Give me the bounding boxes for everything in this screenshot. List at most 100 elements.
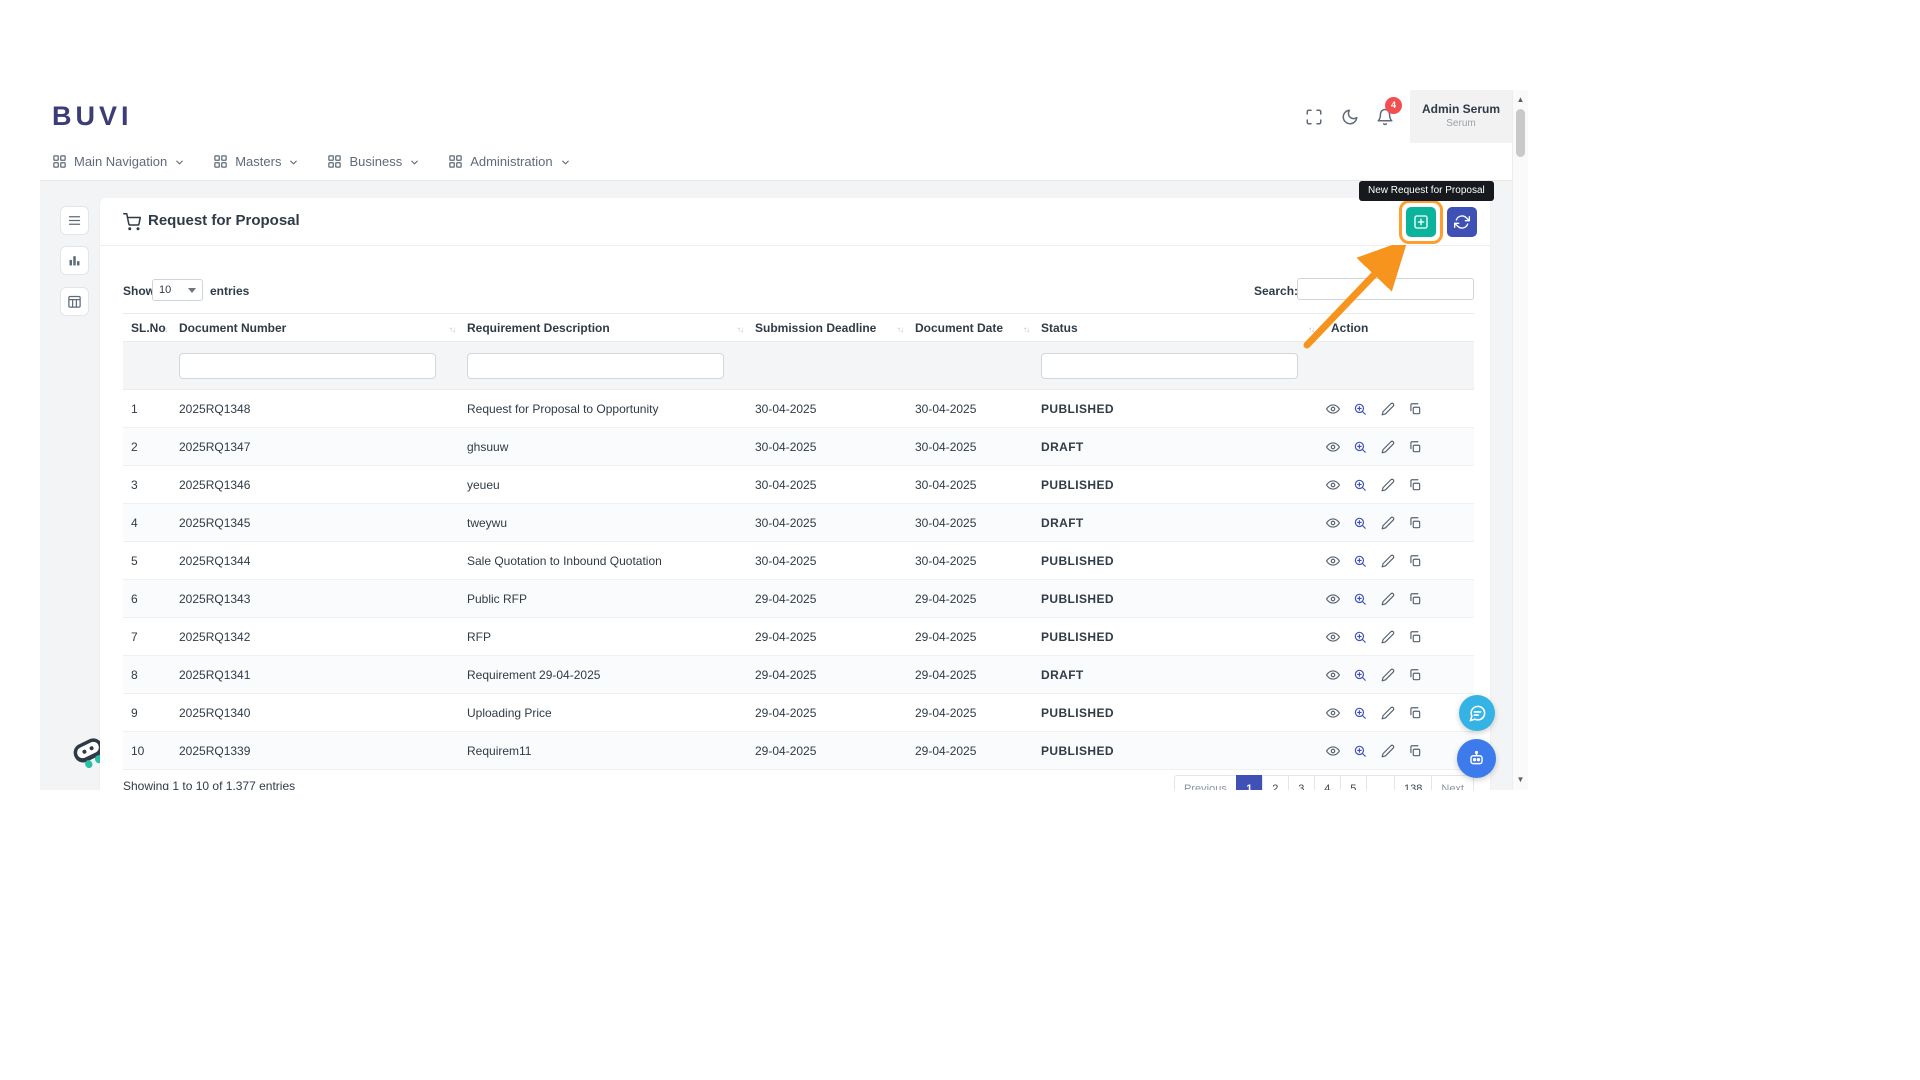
sort-icon[interactable]: ↑↓	[449, 325, 456, 334]
filter-input-document-number[interactable]	[179, 352, 436, 379]
nav-item-administration[interactable]: Administration	[448, 154, 570, 169]
copy-icon[interactable]	[1408, 554, 1422, 568]
scrollbar-thumb[interactable]	[1516, 109, 1525, 157]
copy-icon[interactable]	[1408, 592, 1422, 606]
copy-icon[interactable]	[1408, 744, 1422, 758]
column-header-requirement-description[interactable]: ↑↓ Requirement Description	[459, 313, 747, 342]
view-icon[interactable]	[1326, 744, 1340, 758]
cell-document-date: 30-04-2025	[907, 389, 1033, 428]
rfp-card: Request for Proposal Show 10 entries Sea…	[100, 198, 1490, 790]
filter-cell-sl-no	[123, 341, 171, 390]
zoom-in-icon[interactable]	[1353, 478, 1367, 492]
column-header-document-number[interactable]: ↑↓ Document Number	[171, 313, 459, 342]
edit-icon[interactable]	[1381, 554, 1395, 568]
zoom-in-icon[interactable]	[1353, 554, 1367, 568]
edit-icon[interactable]	[1381, 478, 1395, 492]
edit-icon[interactable]	[1381, 744, 1395, 758]
page-button-item[interactable]: ...	[1365, 775, 1396, 790]
view-icon[interactable]	[1326, 668, 1340, 682]
copy-icon[interactable]	[1408, 478, 1422, 492]
view-icon[interactable]	[1326, 440, 1340, 454]
nav-item-main-navigation[interactable]: Main Navigation	[52, 154, 185, 169]
cell-status: PUBLISHED	[1033, 579, 1318, 618]
bar-chart-icon	[67, 253, 82, 268]
column-label: SL.No	[131, 320, 166, 335]
cell-document-number: 2025RQ1340	[171, 693, 459, 732]
column-label: Document Number	[179, 320, 287, 335]
column-header-document-date[interactable]: ↑↓ Document Date	[907, 313, 1033, 342]
zoom-in-icon[interactable]	[1353, 744, 1367, 758]
page-button-5[interactable]: 5	[1339, 775, 1367, 790]
chat-fab-button[interactable]	[1459, 695, 1495, 731]
view-icon[interactable]	[1326, 706, 1340, 720]
column-header-status[interactable]: ↑↓ Status	[1033, 313, 1318, 342]
refresh-button[interactable]	[1447, 207, 1477, 237]
zoom-in-icon[interactable]	[1353, 402, 1367, 416]
nav-item-label: Administration	[470, 154, 553, 169]
sort-icon[interactable]: ↑↓	[1308, 325, 1315, 334]
filter-input-requirement-description[interactable]	[467, 352, 724, 379]
page-button-3[interactable]: 3	[1287, 775, 1315, 790]
column-label: Requirement Description	[467, 320, 610, 335]
view-icon[interactable]	[1326, 554, 1340, 568]
content-area: Request for Proposal Show 10 entries Sea…	[40, 181, 1512, 790]
scroll-down-arrow[interactable]: ▼	[1513, 773, 1528, 787]
sidebar-table-button[interactable]	[60, 287, 89, 316]
column-label: Action	[1331, 320, 1369, 335]
zoom-in-icon[interactable]	[1353, 440, 1367, 454]
copy-icon[interactable]	[1408, 706, 1422, 720]
search-input[interactable]	[1297, 278, 1474, 300]
scroll-up-arrow[interactable]: ▲	[1513, 93, 1528, 107]
nav-item-business[interactable]: Business	[327, 154, 420, 169]
new-rfp-button[interactable]	[1406, 207, 1436, 237]
copy-icon[interactable]	[1408, 440, 1422, 454]
table-row: 1 2025RQ1348 Request for Proposal to Opp…	[123, 389, 1474, 428]
sort-icon[interactable]: ↑↓	[897, 325, 904, 334]
edit-icon[interactable]	[1381, 668, 1395, 682]
sort-icon[interactable]: ↑↓	[737, 325, 744, 334]
page-button-2[interactable]: 2	[1261, 775, 1289, 790]
user-menu[interactable]: Admin Serum Serum	[1410, 90, 1512, 143]
edit-icon[interactable]	[1381, 516, 1395, 530]
zoom-in-icon[interactable]	[1353, 592, 1367, 606]
zoom-in-icon[interactable]	[1353, 516, 1367, 530]
page-button-1[interactable]: 1	[1235, 775, 1263, 790]
dark-mode-button[interactable]	[1341, 108, 1359, 126]
page-button-4[interactable]: 4	[1313, 775, 1341, 790]
copy-icon[interactable]	[1408, 402, 1422, 416]
view-icon[interactable]	[1326, 516, 1340, 530]
sidebar-chart-button[interactable]	[60, 246, 89, 275]
copy-icon[interactable]	[1408, 630, 1422, 644]
zoom-in-icon[interactable]	[1353, 630, 1367, 644]
cell-document-date: 29-04-2025	[907, 731, 1033, 770]
column-header-submission-deadline[interactable]: ↑↓ Submission Deadline	[747, 313, 907, 342]
refresh-icon	[1454, 214, 1470, 230]
sort-icon[interactable]: ↑↓	[1023, 325, 1030, 334]
cell-description: Sale Quotation to Inbound Quotation	[459, 541, 747, 580]
page-button-previous[interactable]: Previous	[1174, 775, 1237, 790]
nav-item-masters[interactable]: Masters	[213, 154, 299, 169]
page-size-select[interactable]: 10	[152, 279, 203, 301]
page-button-next[interactable]: Next	[1431, 775, 1474, 790]
sidebar-list-button[interactable]	[60, 206, 89, 235]
zoom-in-icon[interactable]	[1353, 706, 1367, 720]
view-icon[interactable]	[1326, 478, 1340, 492]
brand-logo: BUVI	[52, 101, 133, 131]
scrollbar-track[interactable]: ▲ ▼	[1512, 90, 1528, 790]
assistant-fab-button[interactable]	[1457, 739, 1496, 778]
view-icon[interactable]	[1326, 402, 1340, 416]
view-icon[interactable]	[1326, 630, 1340, 644]
edit-icon[interactable]	[1381, 706, 1395, 720]
view-icon[interactable]	[1326, 592, 1340, 606]
filter-input-status[interactable]	[1041, 352, 1298, 379]
edit-icon[interactable]	[1381, 402, 1395, 416]
edit-icon[interactable]	[1381, 592, 1395, 606]
zoom-in-icon[interactable]	[1353, 668, 1367, 682]
edit-icon[interactable]	[1381, 440, 1395, 454]
copy-icon[interactable]	[1408, 668, 1422, 682]
copy-icon[interactable]	[1408, 516, 1422, 530]
page-button-138[interactable]: 138	[1394, 775, 1433, 790]
fullscreen-button[interactable]	[1305, 108, 1323, 126]
edit-icon[interactable]	[1381, 630, 1395, 644]
column-header-sl-no[interactable]: ↑↓ SL.No	[123, 313, 171, 342]
